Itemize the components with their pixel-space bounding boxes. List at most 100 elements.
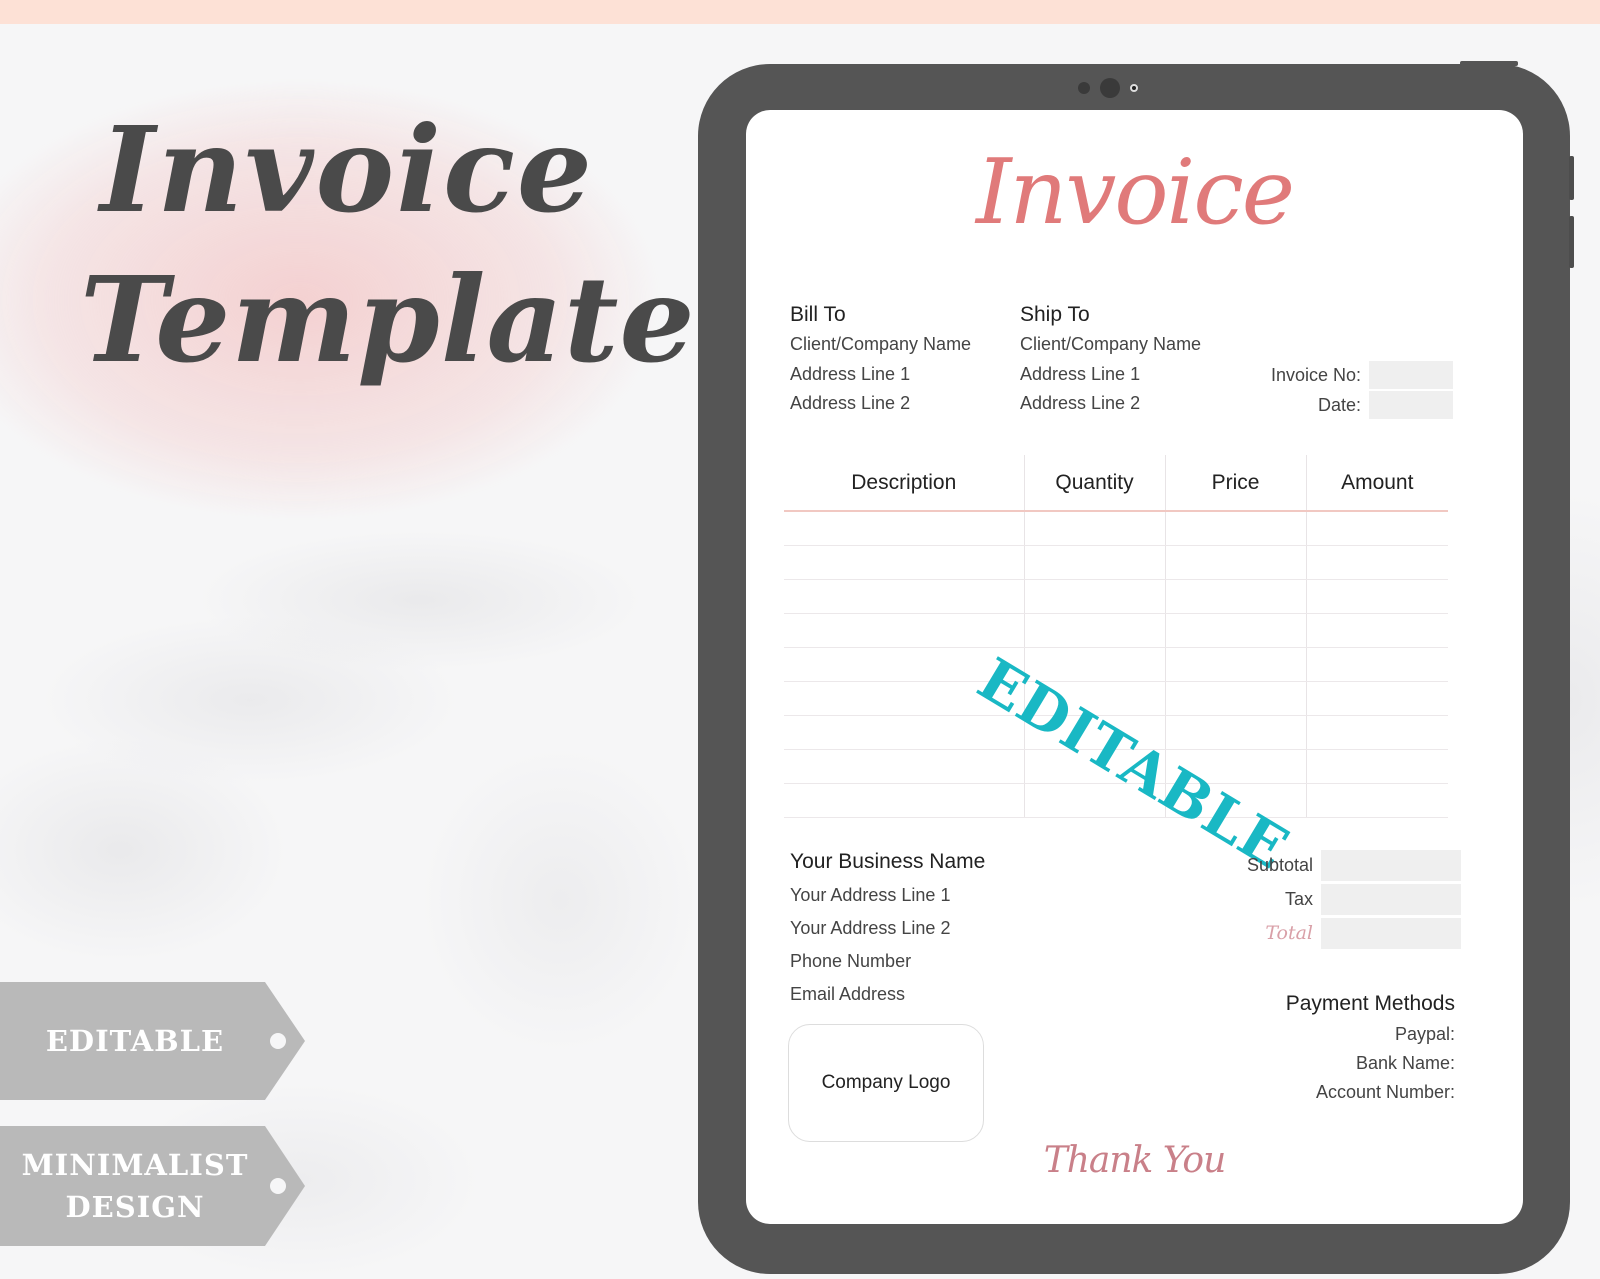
invoice-no-row: Invoice No: (1271, 360, 1453, 390)
business-address1[interactable]: Your Address Line 1 (790, 879, 985, 912)
cell-amount[interactable] (1305, 545, 1448, 580)
sensor-icon (1078, 82, 1090, 94)
tag-minimalist-design: MINIMALIST DESIGN (0, 1126, 305, 1246)
cell-amount[interactable] (1305, 681, 1448, 716)
tag-minimalist-label: MINIMALIST DESIGN (0, 1144, 270, 1228)
invoice-no-field[interactable] (1369, 361, 1453, 389)
ship-to-company[interactable]: Client/Company Name (1020, 330, 1201, 360)
tag-hole-icon (270, 1178, 286, 1194)
total-field[interactable] (1321, 917, 1461, 949)
bill-to-heading: Bill To (790, 303, 846, 326)
thank-you-signature: Thank You (1043, 1140, 1227, 1181)
cell-description[interactable] (784, 783, 1024, 818)
flash-icon (1130, 84, 1138, 92)
tag-editable: EDITABLE (0, 982, 305, 1100)
bill-to-address1[interactable]: Address Line 1 (790, 360, 971, 390)
table-row (784, 681, 1448, 716)
subtotal-row: Subtotal (1247, 848, 1461, 882)
business-phone[interactable]: Phone Number (790, 945, 985, 978)
column-header-amount: Amount (1305, 455, 1448, 512)
tag-editable-label: EDITABLE (45, 1024, 225, 1058)
payment-methods: Payment Methods Paypal: Bank Name: Accou… (1286, 988, 1455, 1107)
bill-to-address2[interactable]: Address Line 2 (790, 389, 971, 419)
invoice-document: Invoice Bill To Client/Company Name Addr… (746, 110, 1523, 1224)
business-name[interactable]: Your Business Name (790, 845, 985, 879)
cell-price[interactable] (1164, 715, 1306, 750)
cell-quantity[interactable] (1023, 579, 1165, 614)
cell-price[interactable] (1164, 579, 1306, 614)
ship-to-address2[interactable]: Address Line 2 (1020, 389, 1201, 419)
cell-price[interactable] (1164, 545, 1306, 580)
payment-paypal[interactable]: Paypal: (1286, 1020, 1455, 1049)
cell-price[interactable] (1164, 681, 1306, 716)
column-header-price: Price (1164, 455, 1306, 512)
subtotal-field[interactable] (1321, 849, 1461, 881)
business-address2[interactable]: Your Address Line 2 (790, 912, 985, 945)
tax-label: Tax (1284, 888, 1313, 909)
camera-cluster (1078, 78, 1138, 98)
tax-field[interactable] (1321, 883, 1461, 915)
cell-description[interactable] (784, 715, 1024, 750)
invoice-no-label: Invoice No: (1270, 364, 1361, 385)
business-email[interactable]: Email Address (790, 978, 985, 1011)
cell-price[interactable] (1164, 511, 1306, 546)
column-header-quantity: Quantity (1023, 455, 1165, 512)
volume-down-button (1569, 216, 1574, 268)
cell-quantity[interactable] (1023, 545, 1165, 580)
cell-amount[interactable] (1305, 783, 1448, 818)
cell-amount[interactable] (1305, 613, 1448, 648)
total-label: Total (1265, 922, 1313, 944)
ship-to-heading: Ship To (1020, 303, 1090, 326)
cell-amount[interactable] (1305, 511, 1448, 546)
payment-account-number[interactable]: Account Number: (1286, 1078, 1455, 1107)
total-row: Total (1247, 916, 1461, 950)
tag-hole-icon (270, 1033, 286, 1049)
table-row (784, 511, 1448, 546)
cell-amount[interactable] (1305, 647, 1448, 682)
table-row (784, 579, 1448, 614)
ship-to-address1[interactable]: Address Line 1 (1020, 360, 1201, 390)
company-logo-placeholder[interactable]: Company Logo (788, 1024, 984, 1142)
table-header-row: Description Quantity Price Amount (784, 455, 1448, 512)
bill-to-block: Bill To Client/Company Name Address Line… (790, 300, 971, 419)
tablet-device: Invoice Bill To Client/Company Name Addr… (698, 61, 1574, 1274)
payment-heading: Payment Methods (1285, 992, 1455, 1015)
date-row: Date: (1271, 390, 1453, 420)
date-label: Date: (1317, 394, 1361, 415)
cell-amount[interactable] (1305, 749, 1448, 784)
table-row (784, 647, 1448, 682)
hero-title-line1: Invoice (100, 100, 595, 239)
ship-to-block: Ship To Client/Company Name Address Line… (1020, 300, 1201, 419)
subtotal-label: Subtotal (1246, 854, 1313, 875)
hero-title-line2: Template (80, 250, 696, 389)
column-header-description: Description (784, 455, 1024, 512)
cell-amount[interactable] (1305, 715, 1448, 750)
bill-to-company[interactable]: Client/Company Name (790, 330, 971, 360)
cell-price[interactable] (1164, 647, 1306, 682)
totals-block: Subtotal Tax Total (1247, 848, 1461, 950)
payment-bank-name[interactable]: Bank Name: (1286, 1049, 1455, 1078)
invoice-meta: Invoice No: Date: (1271, 360, 1453, 420)
cell-description[interactable] (784, 545, 1024, 580)
table-row (784, 545, 1448, 580)
cell-description[interactable] (784, 749, 1024, 784)
business-info: Your Business Name Your Address Line 1 Y… (790, 845, 985, 1011)
cell-amount[interactable] (1305, 579, 1448, 614)
company-logo-label: Company Logo (821, 1072, 951, 1093)
cell-description[interactable] (784, 511, 1024, 546)
tag-line2: DESIGN (65, 1190, 205, 1224)
cell-quantity[interactable] (1023, 511, 1165, 546)
invoice-title: Invoice (976, 140, 1295, 245)
cell-description[interactable] (784, 579, 1024, 614)
cell-quantity[interactable] (1023, 613, 1165, 648)
top-strip (0, 0, 1600, 24)
power-button (1460, 61, 1518, 66)
cell-price[interactable] (1164, 613, 1306, 648)
tax-row: Tax (1247, 882, 1461, 916)
camera-icon (1100, 78, 1120, 98)
cell-description[interactable] (784, 613, 1024, 648)
table-row (784, 613, 1448, 648)
hero-title: Invoice Template (80, 95, 696, 395)
tag-line1: MINIMALIST (21, 1148, 249, 1182)
date-field[interactable] (1369, 391, 1453, 419)
